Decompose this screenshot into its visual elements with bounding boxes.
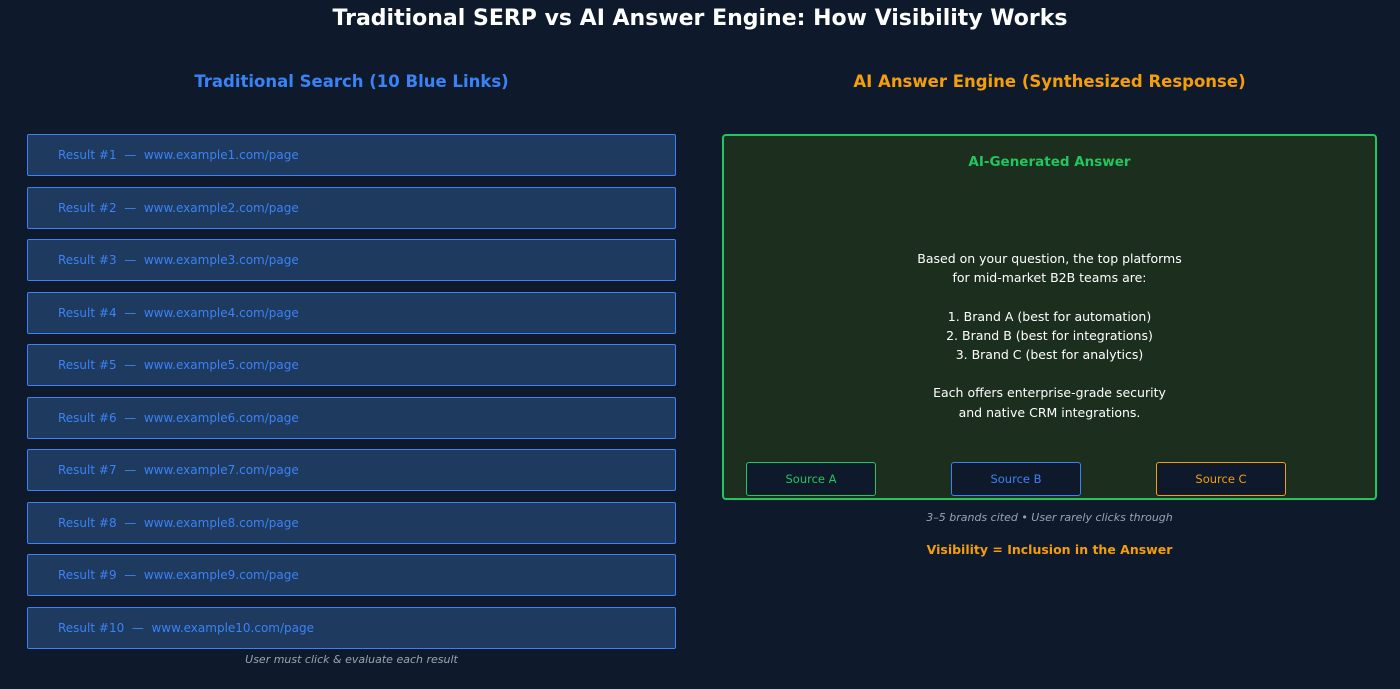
search-result-1[interactable]: Result #1 — www.example1.com/page <box>27 134 676 176</box>
ai-answer-heading: AI-Generated Answer <box>968 154 1131 170</box>
search-result-2[interactable]: Result #2 — www.example2.com/page <box>27 186 676 229</box>
search-result-8[interactable]: Result #8 — www.example8.com/page <box>27 501 676 544</box>
search-result-9[interactable]: Result #9 — www.example9.com/page <box>27 554 676 596</box>
search-result-7[interactable]: Result #7 — www.example7.com/page <box>27 449 676 491</box>
ai-answer-panel: AI-Generated Answer Based on your questi… <box>722 134 1377 500</box>
answer-line: 2. Brand B (best for integrations) <box>946 327 1153 343</box>
answer-line: 3. Brand C (best for analytics) <box>955 347 1144 362</box>
answer-line <box>724 287 1375 306</box>
search-result-10[interactable]: Result #10 — www.example10.com/page <box>27 606 676 649</box>
answer-line <box>724 364 1375 383</box>
source-b-button[interactable]: Source B <box>951 462 1081 496</box>
answer-line: and native CRM integrations. <box>958 404 1141 420</box>
search-results-list: Result #1 — www.example1.com/page Result… <box>27 134 676 659</box>
traditional-search-caption: User must click & evaluate each result <box>245 653 458 666</box>
search-result-4[interactable]: Result #4 — www.example4.com/page <box>27 291 676 334</box>
answer-line: Each offers enterprise-grade security <box>933 385 1166 401</box>
answer-line: Based on your question, the top platform… <box>917 251 1182 266</box>
source-c-button[interactable]: Source C <box>1156 462 1286 496</box>
traditional-search-title: Traditional Search (10 Blue Links) <box>194 72 509 91</box>
search-result-6[interactable]: Result #6 — www.example6.com/page <box>27 396 676 439</box>
search-result-5[interactable]: Result #5 — www.example5.com/page <box>27 344 676 386</box>
page-title: Traditional SERP vs AI Answer Engine: Ho… <box>332 6 1068 31</box>
visibility-statement: Visibility = Inclusion in the Answer <box>926 542 1173 557</box>
source-a-button[interactable]: Source A <box>746 462 876 496</box>
ai-answer-text: Based on your question, the top platform… <box>724 249 1375 422</box>
answer-line: for mid-market B2B teams are: <box>952 270 1147 286</box>
answer-line: 1. Brand A (best for automation) <box>947 308 1152 324</box>
ai-answer-engine-title: AI Answer Engine (Synthesized Response) <box>853 72 1246 91</box>
ai-answer-caption: 3–5 brands cited • User rarely clicks th… <box>926 511 1173 524</box>
search-result-3[interactable]: Result #3 — www.example3.com/page <box>27 239 676 281</box>
